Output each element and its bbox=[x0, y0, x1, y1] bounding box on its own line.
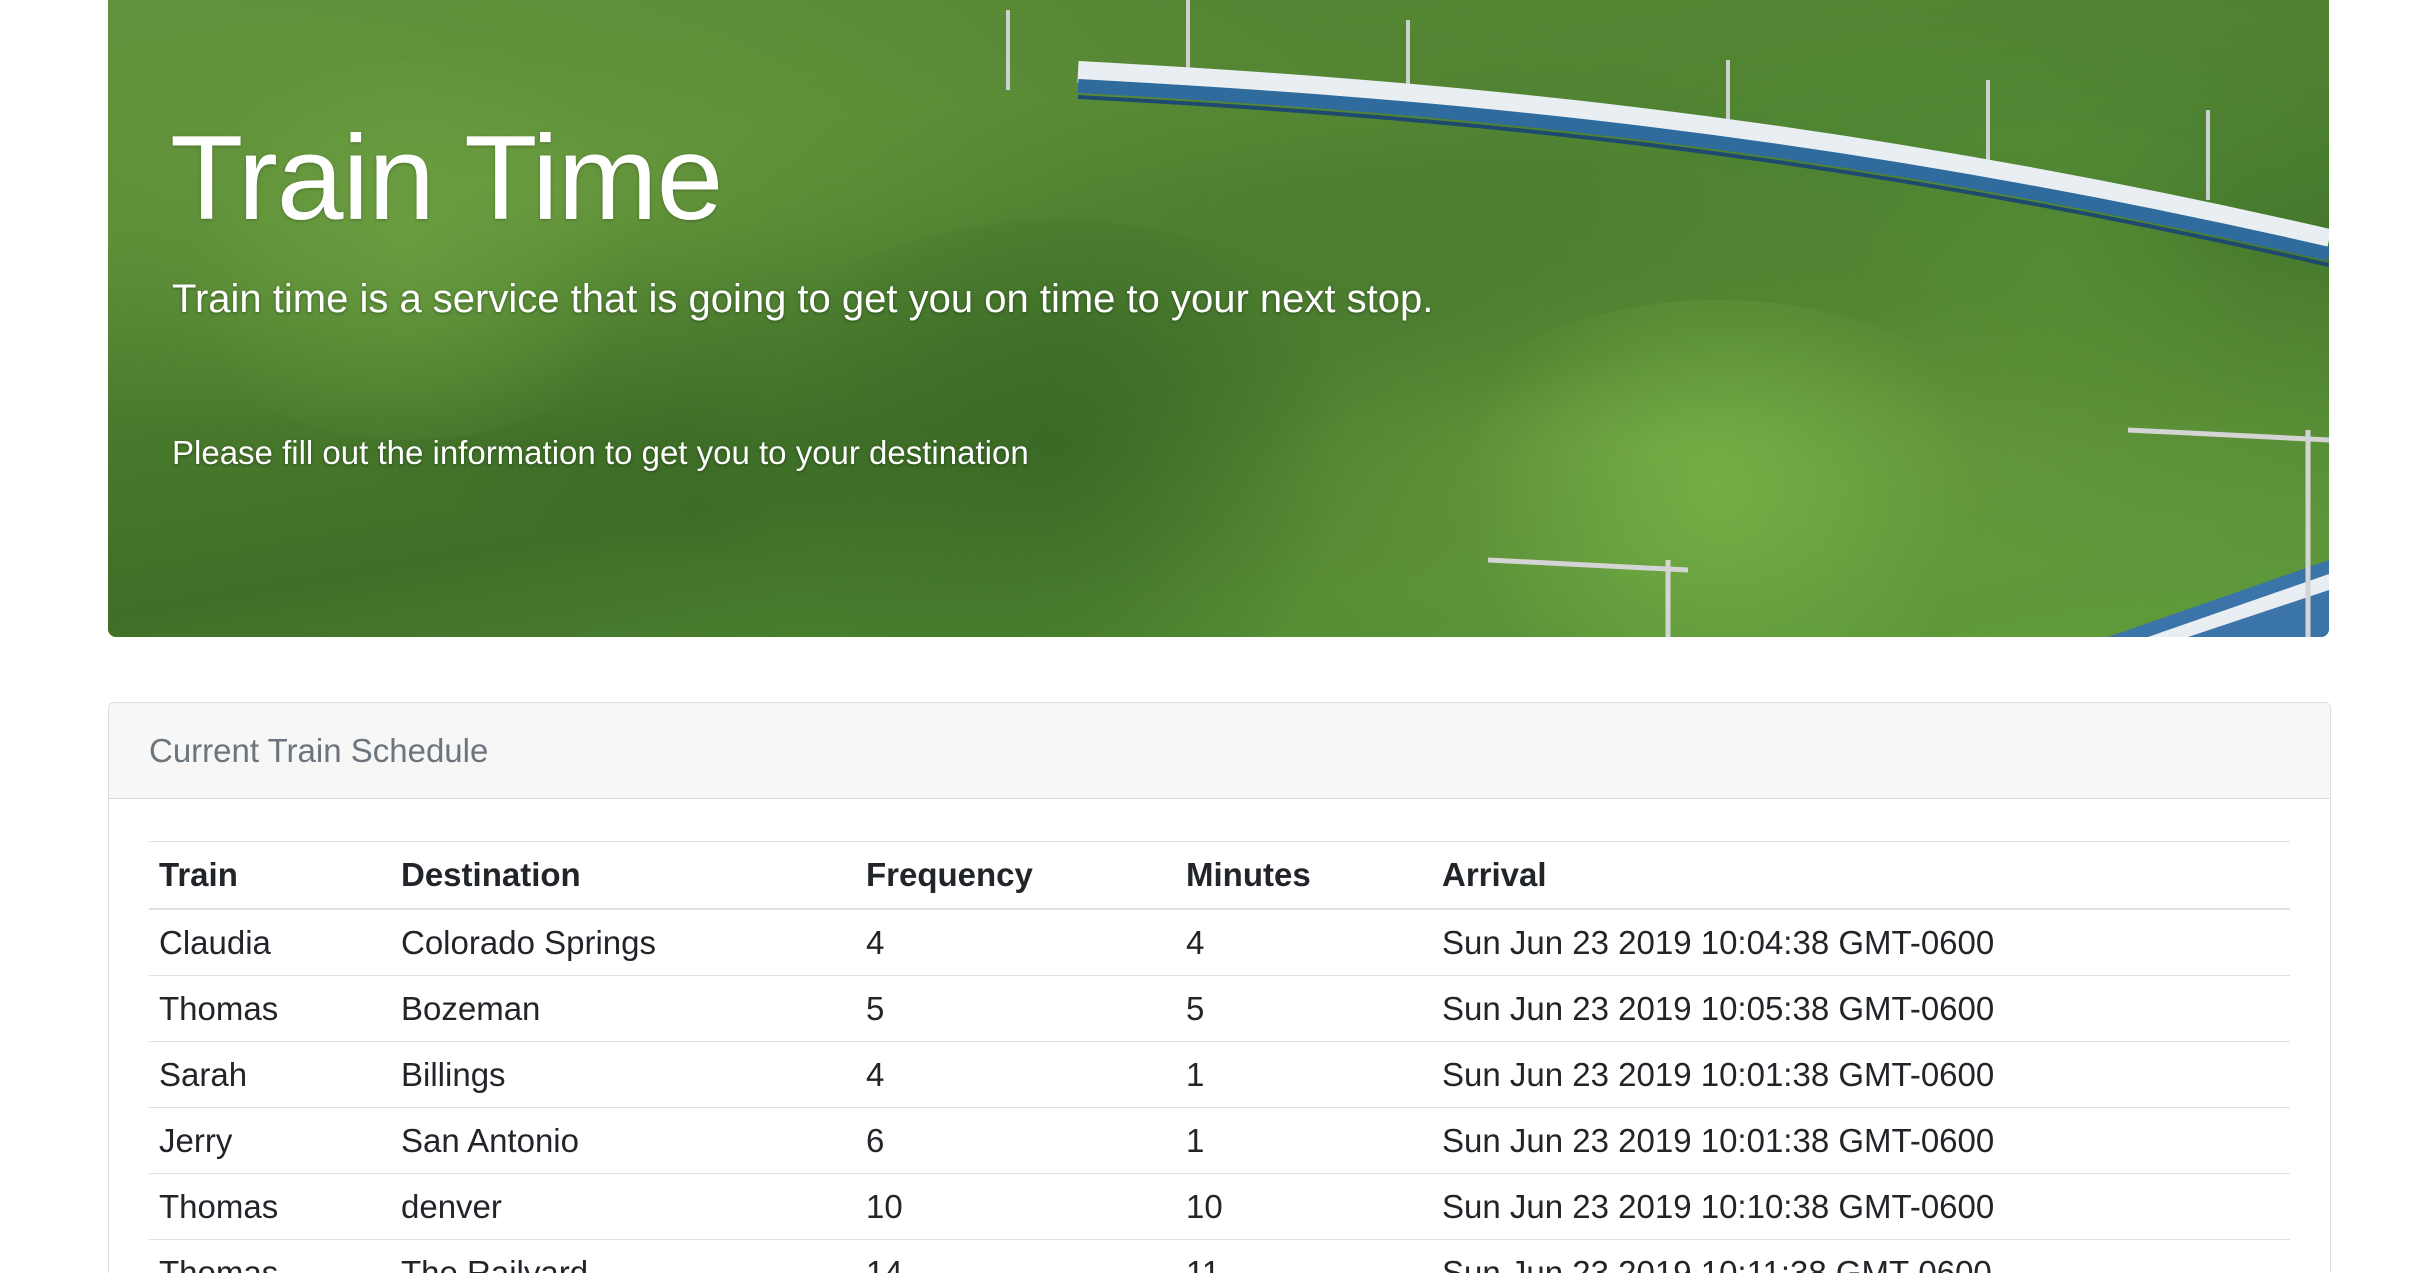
cell-train: Thomas bbox=[149, 1240, 391, 1273]
cell-train: Thomas bbox=[149, 1174, 391, 1240]
column-header-frequency: Frequency bbox=[856, 842, 1176, 910]
cell-frequency: 4 bbox=[856, 909, 1176, 976]
cell-destination: Billings bbox=[391, 1042, 856, 1108]
cell-destination: Colorado Springs bbox=[391, 909, 856, 976]
hero-lead-text: Train time is a service that is going to… bbox=[172, 277, 1433, 322]
cell-arrival: Sun Jun 23 2019 10:04:38 GMT-0600 bbox=[1432, 909, 2290, 976]
cell-destination: Bozeman bbox=[391, 976, 856, 1042]
cell-minutes: 5 bbox=[1176, 976, 1432, 1042]
cell-train: Sarah bbox=[149, 1042, 391, 1108]
cell-train: Jerry bbox=[149, 1108, 391, 1174]
cell-minutes: 10 bbox=[1176, 1174, 1432, 1240]
cell-arrival: Sun Jun 23 2019 10:10:38 GMT-0600 bbox=[1432, 1174, 2290, 1240]
cell-frequency: 10 bbox=[856, 1174, 1176, 1240]
table-row: Claudia Colorado Springs 4 4 Sun Jun 23 … bbox=[149, 909, 2290, 976]
table-row: Jerry San Antonio 6 1 Sun Jun 23 2019 10… bbox=[149, 1108, 2290, 1174]
column-header-destination: Destination bbox=[391, 842, 856, 910]
cell-minutes: 4 bbox=[1176, 909, 1432, 976]
table-row: Thomas The Railyard 14 11 Sun Jun 23 201… bbox=[149, 1240, 2290, 1273]
schedule-table: Train Destination Frequency Minutes Arri… bbox=[149, 841, 2290, 1273]
page-title: Train Time bbox=[170, 118, 722, 238]
table-row: Sarah Billings 4 1 Sun Jun 23 2019 10:01… bbox=[149, 1042, 2290, 1108]
cell-minutes: 11 bbox=[1176, 1240, 1432, 1273]
cell-frequency: 14 bbox=[856, 1240, 1176, 1273]
cell-train: Claudia bbox=[149, 909, 391, 976]
cell-minutes: 1 bbox=[1176, 1042, 1432, 1108]
hero-instruction-text: Please fill out the information to get y… bbox=[172, 434, 1029, 472]
cell-destination: denver bbox=[391, 1174, 856, 1240]
cell-frequency: 4 bbox=[856, 1042, 1176, 1108]
cell-arrival: Sun Jun 23 2019 10:01:38 GMT-0600 bbox=[1432, 1042, 2290, 1108]
column-header-train: Train bbox=[149, 842, 391, 910]
cell-destination: The Railyard bbox=[391, 1240, 856, 1273]
cell-arrival: Sun Jun 23 2019 10:01:38 GMT-0600 bbox=[1432, 1108, 2290, 1174]
table-header-row: Train Destination Frequency Minutes Arri… bbox=[149, 842, 2290, 910]
cell-arrival: Sun Jun 23 2019 10:11:38 GMT-0600 bbox=[1432, 1240, 2290, 1273]
schedule-card-header: Current Train Schedule bbox=[109, 703, 2330, 799]
table-row: Thomas Bozeman 5 5 Sun Jun 23 2019 10:05… bbox=[149, 976, 2290, 1042]
hero-banner: Train Time Train time is a service that … bbox=[108, 0, 2329, 637]
column-header-arrival: Arrival bbox=[1432, 842, 2290, 910]
schedule-card: Current Train Schedule Train Destination… bbox=[108, 702, 2331, 1273]
table-row: Thomas denver 10 10 Sun Jun 23 2019 10:1… bbox=[149, 1174, 2290, 1240]
column-header-minutes: Minutes bbox=[1176, 842, 1432, 910]
cell-frequency: 6 bbox=[856, 1108, 1176, 1174]
cell-destination: San Antonio bbox=[391, 1108, 856, 1174]
cell-arrival: Sun Jun 23 2019 10:05:38 GMT-0600 bbox=[1432, 976, 2290, 1042]
cell-train: Thomas bbox=[149, 976, 391, 1042]
cell-minutes: 1 bbox=[1176, 1108, 1432, 1174]
cell-frequency: 5 bbox=[856, 976, 1176, 1042]
